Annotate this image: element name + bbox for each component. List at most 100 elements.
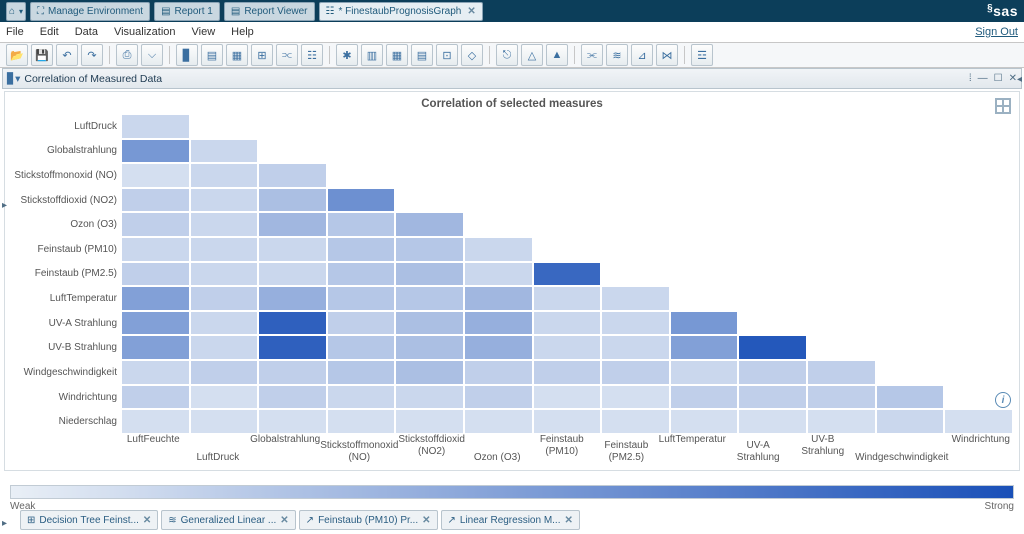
heatmap-cell[interactable] <box>807 385 876 410</box>
bottom-tab[interactable]: ≋Generalized Linear ...✕ <box>161 510 295 530</box>
heatmap-cell[interactable] <box>190 409 259 434</box>
panel-minimize-icon[interactable]: — <box>978 73 988 84</box>
heatmap-cell[interactable] <box>533 311 602 336</box>
heatmap-cell[interactable] <box>327 360 396 385</box>
toolbar-button[interactable]: ≋ <box>606 44 628 66</box>
heatmap-cell[interactable] <box>464 385 533 410</box>
toolbar-button[interactable]: ▦ <box>226 44 248 66</box>
toolbar-button[interactable]: ☷ <box>301 44 323 66</box>
toolbar-button[interactable]: 💾 <box>31 44 53 66</box>
heatmap-cell[interactable] <box>395 385 464 410</box>
heatmap-cell[interactable] <box>395 212 464 237</box>
heatmap-cell[interactable] <box>876 409 945 434</box>
heatmap-cell[interactable] <box>258 360 327 385</box>
toolbar-button[interactable]: ↶ <box>56 44 78 66</box>
heatmap-cell[interactable] <box>395 409 464 434</box>
close-icon[interactable]: ✕ <box>280 515 288 526</box>
tab-report-viewer[interactable]: ▤Report Viewer <box>224 2 315 21</box>
heatmap-cell[interactable] <box>190 237 259 262</box>
home-tab[interactable]: ⌂▾ <box>6 2 26 21</box>
heatmap-cell[interactable] <box>395 311 464 336</box>
heatmap-cell[interactable] <box>670 385 739 410</box>
info-icon[interactable]: i <box>995 392 1011 408</box>
heatmap-cell[interactable] <box>258 409 327 434</box>
heatmap-cell[interactable] <box>190 163 259 188</box>
toolbar-button[interactable]: ▥ <box>361 44 383 66</box>
table-view-icon[interactable] <box>995 98 1011 114</box>
sign-out-link[interactable]: Sign Out <box>975 26 1018 38</box>
toolbar-button[interactable]: ⊡ <box>436 44 458 66</box>
heatmap-cell[interactable] <box>533 360 602 385</box>
heatmap-cell[interactable] <box>190 311 259 336</box>
heatmap-cell[interactable] <box>395 262 464 287</box>
heatmap-cell[interactable] <box>121 262 190 287</box>
heatmap-cell[interactable] <box>464 360 533 385</box>
heatmap-cell[interactable] <box>327 311 396 336</box>
heatmap-cell[interactable] <box>327 335 396 360</box>
menu-help[interactable]: Help <box>231 26 254 38</box>
toolbar-button[interactable]: ▊ <box>176 44 198 66</box>
heatmap-cell[interactable] <box>190 360 259 385</box>
menu-edit[interactable]: Edit <box>40 26 59 38</box>
toolbar-button[interactable]: △ <box>521 44 543 66</box>
left-panel-toggle-icon[interactable]: ▸ <box>2 200 7 211</box>
toolbar-button[interactable]: ⊞ <box>251 44 273 66</box>
bottom-tab[interactable]: ↗Feinstaub (PM10) Pr...✕ <box>299 510 438 530</box>
heatmap-cell[interactable] <box>807 360 876 385</box>
menu-file[interactable]: File <box>6 26 24 38</box>
heatmap-cell[interactable] <box>395 360 464 385</box>
heatmap-cell[interactable] <box>190 139 259 164</box>
heatmap-cell[interactable] <box>601 286 670 311</box>
toolbar-button[interactable]: ▤ <box>411 44 433 66</box>
heatmap-cell[interactable] <box>121 335 190 360</box>
heatmap-cell[interactable] <box>121 409 190 434</box>
heatmap-cell[interactable] <box>190 212 259 237</box>
close-icon[interactable]: ✕ <box>565 515 573 526</box>
heatmap-cell[interactable] <box>121 360 190 385</box>
heatmap-cell[interactable] <box>601 385 670 410</box>
toolbar-button[interactable]: ⎙ <box>116 44 138 66</box>
heatmap-cell[interactable] <box>601 335 670 360</box>
toolbar-button[interactable]: ⊿ <box>631 44 653 66</box>
heatmap-cell[interactable] <box>395 237 464 262</box>
heatmap-cell[interactable] <box>601 311 670 336</box>
heatmap-cell[interactable] <box>327 188 396 213</box>
toolbar-button[interactable]: ☲ <box>691 44 713 66</box>
close-icon[interactable]: ✕ <box>143 515 151 526</box>
panel-close-icon[interactable]: ✕ <box>1009 73 1017 84</box>
toolbar-button[interactable]: ↷ <box>81 44 103 66</box>
heatmap-cell[interactable] <box>395 335 464 360</box>
heatmap-cell[interactable] <box>670 311 739 336</box>
heatmap-cell[interactable] <box>533 335 602 360</box>
heatmap-cell[interactable] <box>670 360 739 385</box>
heatmap-cell[interactable] <box>533 385 602 410</box>
close-icon[interactable]: ✕ <box>467 6 475 17</box>
heatmap-cell[interactable] <box>738 385 807 410</box>
heatmap-cell[interactable] <box>190 385 259 410</box>
heatmap-cell[interactable] <box>258 311 327 336</box>
heatmap-cell[interactable] <box>121 163 190 188</box>
heatmap-cell[interactable] <box>190 335 259 360</box>
heatmap-cell[interactable] <box>190 188 259 213</box>
heatmap-cell[interactable] <box>670 335 739 360</box>
bottom-tab[interactable]: ⊞Decision Tree Feinst...✕ <box>20 510 158 530</box>
heatmap-cell[interactable] <box>258 286 327 311</box>
heatmap-cell[interactable] <box>190 262 259 287</box>
toolbar-button[interactable]: ▦ <box>386 44 408 66</box>
heatmap-cell[interactable] <box>876 385 945 410</box>
panel-maximize-icon[interactable]: ☐ <box>994 73 1003 84</box>
heatmap-cell[interactable] <box>121 139 190 164</box>
heatmap-cell[interactable] <box>807 409 876 434</box>
heatmap-cell[interactable] <box>944 409 1013 434</box>
toolbar-button[interactable]: ⋈ <box>656 44 678 66</box>
heatmap-cell[interactable] <box>738 335 807 360</box>
heatmap-cell[interactable] <box>190 286 259 311</box>
heatmap-cell[interactable] <box>464 311 533 336</box>
heatmap-cell[interactable] <box>464 237 533 262</box>
menu-data[interactable]: Data <box>75 26 98 38</box>
heatmap-cell[interactable] <box>327 212 396 237</box>
heatmap-cell[interactable] <box>258 262 327 287</box>
heatmap-cell[interactable] <box>121 237 190 262</box>
heatmap-cell[interactable] <box>738 409 807 434</box>
heatmap-cell[interactable] <box>121 385 190 410</box>
